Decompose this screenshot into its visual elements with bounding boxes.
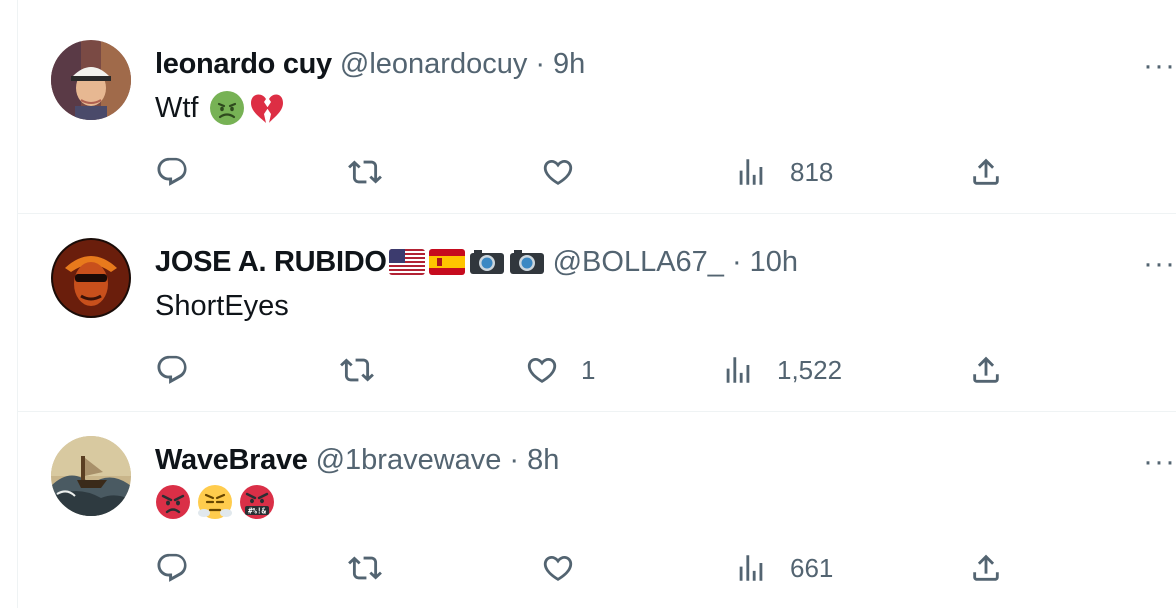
like-count: 1	[581, 354, 596, 385]
tweet-header: leonardo cuy @leonardocuy · 9h	[155, 44, 585, 84]
avatar[interactable]	[51, 40, 131, 120]
spain-flag-icon	[428, 249, 465, 275]
tweet-text: ShortEyes	[155, 286, 289, 326]
heart-icon	[527, 357, 557, 383]
symbols-text: #%!&	[248, 507, 267, 516]
retweet-button[interactable]	[348, 154, 404, 190]
avatar[interactable]	[51, 238, 131, 318]
tweet-text-content: Wtf	[155, 92, 199, 124]
retweet-button[interactable]	[340, 352, 396, 388]
separator-dot: ·	[535, 48, 546, 80]
share-icon	[973, 158, 999, 185]
separator-dot: ·	[509, 444, 520, 476]
tweet[interactable]: JOSE A. RUBIDO @BOLLA67_ · 10h ··· Short…	[18, 214, 1176, 412]
reply-icon	[157, 553, 187, 582]
user-handle[interactable]: @1bravewave	[316, 440, 502, 480]
share-button[interactable]	[969, 352, 1003, 388]
more-options-icon[interactable]: ···	[1143, 249, 1176, 279]
analytics-icon	[739, 555, 763, 581]
face-with-steam-emoji	[197, 484, 233, 520]
reply-icon	[157, 355, 187, 384]
share-icon	[973, 356, 999, 383]
camera-icon	[509, 249, 545, 275]
timestamp[interactable]: 10h	[750, 242, 798, 282]
share-button[interactable]	[969, 550, 1003, 586]
like-button[interactable]	[541, 550, 597, 586]
views-button[interactable]: 661	[734, 550, 833, 586]
retweet-icon	[340, 358, 374, 382]
analytics-icon	[739, 159, 763, 185]
pouting-face-emoji	[155, 484, 191, 520]
reply-button[interactable]	[155, 154, 211, 190]
tweet-header: JOSE A. RUBIDO @BOLLA67_ · 10h	[155, 242, 798, 282]
retweet-icon	[348, 556, 382, 580]
display-name[interactable]: leonardo cuy	[155, 44, 332, 84]
share-icon	[973, 554, 999, 581]
separator-dot: ·	[731, 246, 742, 278]
heart-icon	[543, 159, 573, 185]
user-handle[interactable]: @leonardocuy	[340, 44, 527, 84]
views-button[interactable]: 1,522	[721, 352, 842, 388]
face-with-symbols-emoji: #%!&	[239, 484, 275, 520]
broken-heart-emoji	[249, 90, 285, 126]
tweet-text: #%!&	[155, 484, 275, 520]
tweet-text: Wtf	[155, 88, 285, 128]
user-handle[interactable]: @BOLLA67_	[553, 242, 724, 282]
reply-icon	[157, 157, 187, 186]
more-options-icon[interactable]: ···	[1143, 447, 1176, 477]
tweet-header: WaveBrave @1bravewave · 8h	[155, 440, 559, 480]
more-options-icon[interactable]: ···	[1143, 51, 1176, 81]
tweet-text-content: ShortEyes	[155, 290, 289, 322]
heart-icon	[543, 555, 573, 581]
camera-icon	[469, 249, 505, 275]
nauseated-face-emoji	[209, 90, 245, 126]
view-count: 818	[790, 156, 834, 187]
us-flag-icon	[388, 249, 425, 275]
views-button[interactable]: 818	[734, 154, 833, 190]
tweet[interactable]: leonardo cuy @leonardocuy · 9h ··· Wtf 8…	[18, 16, 1176, 214]
view-count: 1,522	[777, 354, 843, 385]
retweet-button[interactable]	[348, 550, 404, 586]
display-name[interactable]: WaveBrave	[155, 440, 308, 480]
reply-button[interactable]	[155, 550, 211, 586]
reply-button[interactable]	[155, 352, 211, 388]
timestamp[interactable]: 9h	[553, 44, 585, 84]
tweet[interactable]: WaveBrave @1bravewave · 8h ··· #%!& 661	[18, 412, 1176, 608]
display-name[interactable]: JOSE A. RUBIDO	[155, 242, 387, 282]
like-button[interactable]	[541, 154, 597, 190]
timestamp[interactable]: 8h	[527, 440, 559, 480]
view-count: 661	[790, 552, 834, 583]
avatar[interactable]	[51, 436, 131, 516]
like-button[interactable]: 1	[525, 352, 595, 388]
analytics-icon	[726, 357, 750, 383]
retweet-icon	[348, 160, 382, 184]
share-button[interactable]	[969, 154, 1003, 190]
